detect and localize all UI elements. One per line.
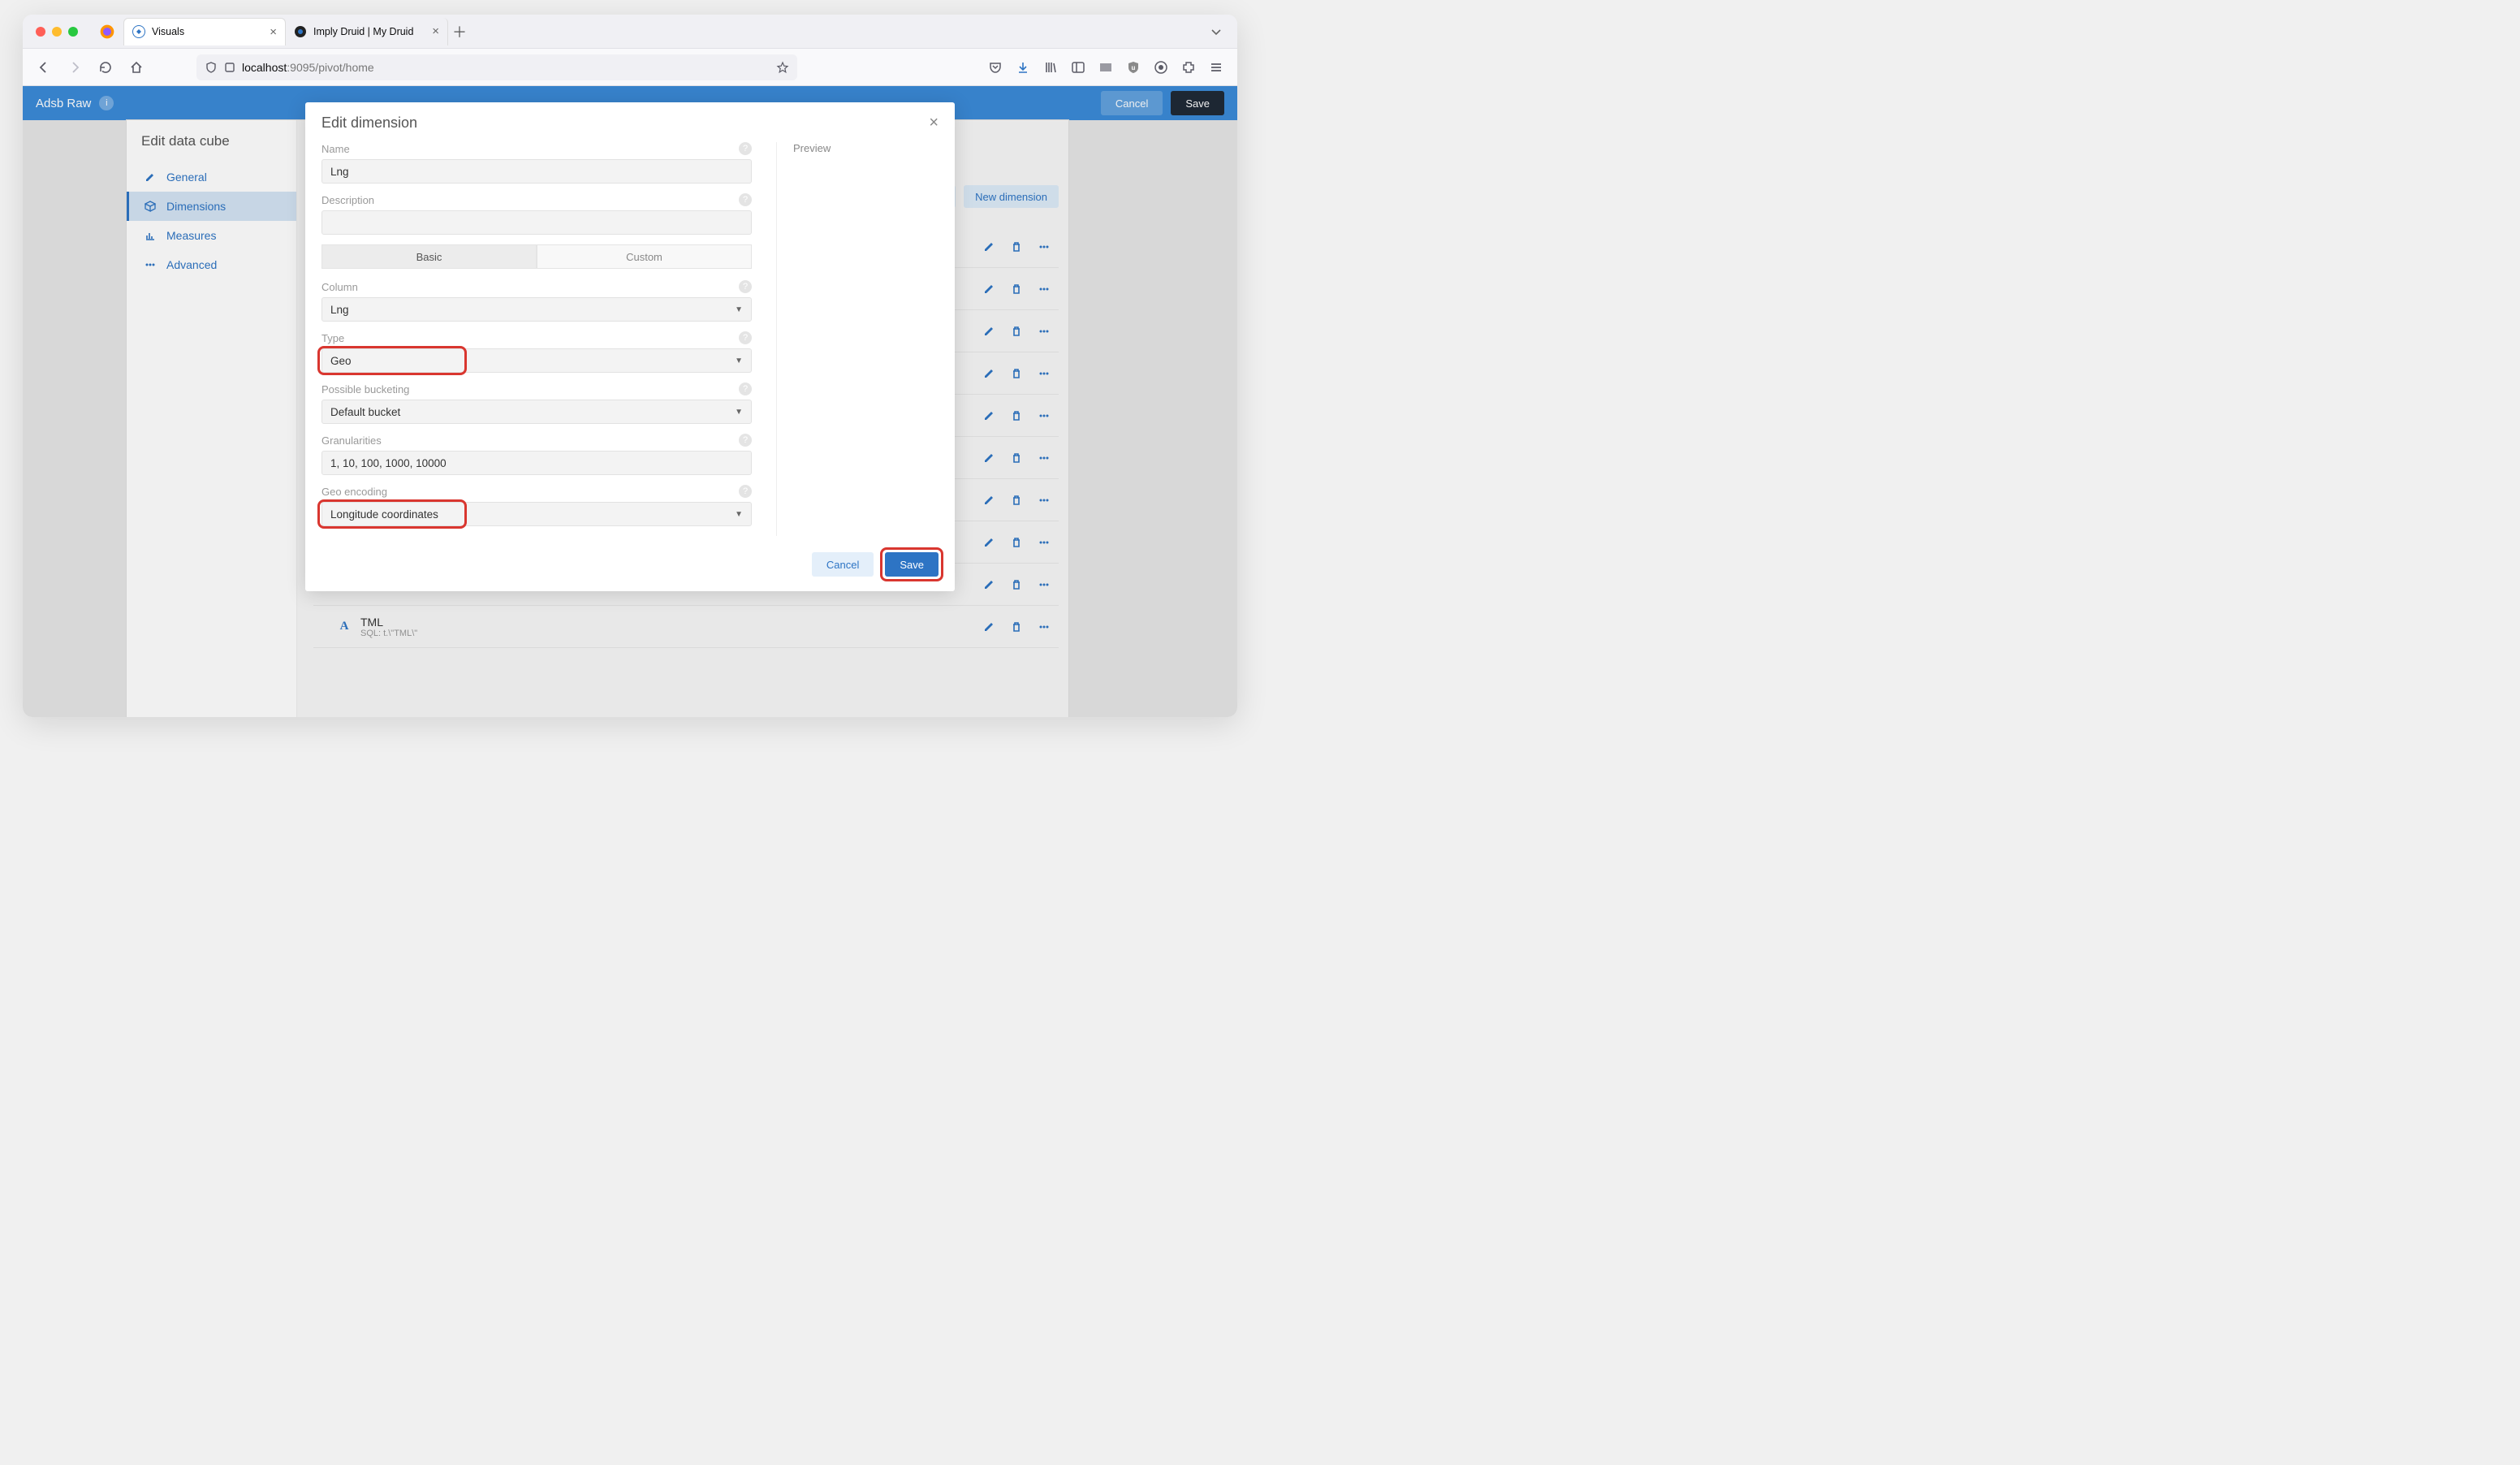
url-bar[interactable]: localhost:9095/pivot/home — [196, 54, 797, 80]
description-label: Description — [321, 194, 374, 206]
bucketing-label: Possible bucketing — [321, 383, 409, 395]
close-tab-icon[interactable]: × — [432, 24, 439, 38]
new-tab-button[interactable]: ＋ — [448, 20, 471, 43]
downloads-icon[interactable] — [1012, 56, 1034, 79]
bookmark-star-icon[interactable] — [776, 61, 789, 74]
chevron-down-icon: ▼ — [735, 408, 743, 417]
tab-bar: Visuals × Imply Druid | My Druid × ＋ — [23, 15, 1237, 49]
url-text: localhost:9095/pivot/home — [242, 61, 770, 74]
help-icon[interactable]: ? — [739, 434, 752, 447]
geo-encoding-select[interactable]: Longitude coordinates ▼ — [321, 502, 752, 526]
help-icon[interactable]: ? — [739, 193, 752, 206]
help-icon[interactable]: ? — [739, 280, 752, 293]
chevron-down-icon: ▼ — [735, 357, 743, 365]
tab-title: Imply Druid | My Druid — [313, 26, 413, 37]
help-icon[interactable]: ? — [739, 331, 752, 344]
close-tab-icon[interactable]: × — [270, 25, 277, 39]
granularities-input[interactable]: 1, 10, 100, 1000, 10000 — [321, 451, 752, 475]
library-icon[interactable] — [1039, 56, 1062, 79]
bucketing-select[interactable]: Default bucket ▼ — [321, 400, 752, 424]
close-window-icon[interactable] — [36, 27, 45, 37]
type-label: Type — [321, 332, 344, 344]
pocket-icon[interactable] — [984, 56, 1007, 79]
shield-icon — [205, 61, 218, 74]
name-label: Name — [321, 143, 350, 155]
browser-tab-active[interactable]: Visuals × — [123, 18, 286, 45]
nav-bar: localhost:9095/pivot/home u — [23, 49, 1237, 86]
help-icon[interactable]: ? — [739, 382, 752, 395]
toolbar-right: u — [984, 56, 1228, 79]
help-icon[interactable]: ? — [739, 142, 752, 155]
preview-label: Preview — [793, 142, 939, 154]
modal-cancel-button[interactable]: Cancel — [812, 552, 874, 577]
chevron-down-icon: ▼ — [735, 510, 743, 519]
window-controls[interactable] — [23, 27, 91, 37]
browser-window: Visuals × Imply Druid | My Druid × ＋ loc… — [23, 15, 1237, 717]
ublock-icon[interactable]: u — [1122, 56, 1145, 79]
maximize-window-icon[interactable] — [68, 27, 78, 37]
granularities-label: Granularities — [321, 434, 382, 447]
modal-backdrop: Edit dimension × Name? Lng Description? — [23, 86, 1237, 717]
edit-dimension-modal: Edit dimension × Name? Lng Description? — [305, 102, 955, 591]
sidebar-icon[interactable] — [1067, 56, 1090, 79]
browser-tab[interactable]: Imply Druid | My Druid × — [286, 18, 448, 45]
tab-basic[interactable]: Basic — [321, 244, 537, 269]
tab-list-button[interactable] — [1202, 25, 1231, 38]
permissions-icon — [224, 62, 235, 73]
column-label: Column — [321, 281, 358, 293]
reload-button[interactable] — [94, 56, 117, 79]
favicon-icon — [132, 25, 145, 38]
favicon-icon — [294, 25, 307, 38]
firefox-icon — [99, 24, 115, 40]
close-icon[interactable]: × — [929, 114, 939, 132]
description-input[interactable] — [321, 210, 752, 235]
type-select[interactable]: Geo ▼ — [321, 348, 752, 373]
help-icon[interactable]: ? — [739, 485, 752, 498]
column-select[interactable]: Lng ▼ — [321, 297, 752, 322]
modal-title: Edit dimension — [321, 115, 417, 132]
tab-custom[interactable]: Custom — [537, 244, 752, 269]
geo-label: Geo encoding — [321, 486, 387, 498]
back-button[interactable] — [32, 56, 55, 79]
name-input[interactable]: Lng — [321, 159, 752, 184]
menu-icon[interactable] — [1205, 56, 1228, 79]
svg-text:u: u — [1132, 64, 1136, 71]
barcode-icon[interactable] — [1094, 56, 1117, 79]
app: Adsb Raw i Cancel Save Edit data cube Ge… — [23, 86, 1237, 717]
privacy-icon[interactable] — [1150, 56, 1172, 79]
forward-button[interactable] — [63, 56, 86, 79]
minimize-window-icon[interactable] — [52, 27, 62, 37]
extensions-icon[interactable] — [1177, 56, 1200, 79]
modal-save-button[interactable]: Save — [885, 552, 939, 577]
mode-tabs: Basic Custom — [321, 244, 752, 269]
chevron-down-icon: ▼ — [735, 305, 743, 314]
home-button[interactable] — [125, 56, 148, 79]
tab-title: Visuals — [152, 26, 184, 37]
